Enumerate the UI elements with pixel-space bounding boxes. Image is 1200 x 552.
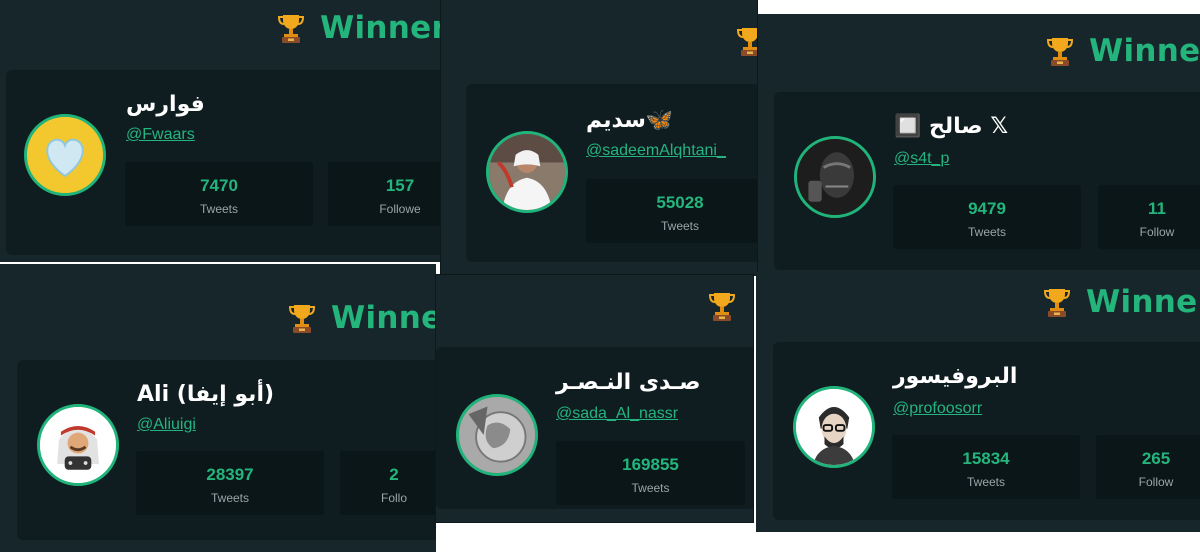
winner-header: Winner [289, 300, 436, 336]
tweets-count: 55028 [656, 193, 704, 212]
tweets-stat: 55028 Tweets [586, 179, 757, 243]
followers-count: 11 [1148, 199, 1166, 218]
trophy-icon [1044, 288, 1070, 317]
followers-stat: 265 Follow [1096, 435, 1200, 499]
profile-card: 𝕏 صالح 🔲 @s4t_p 9479 Tweets 11 Follow [774, 92, 1200, 270]
followers-stat: 157 Followe [328, 162, 441, 226]
tweets-label: Tweets [631, 481, 670, 495]
winner-tile-2: 🦋سديم @sadeemAlqhtani_ 55028 Tweets [441, 0, 757, 275]
followers-label: Follow [1138, 475, 1174, 489]
winner-title: Winner [331, 300, 436, 336]
winner-tile-5: صـدى النـصـر @sada_Al_nassr 169855 Tweet… [436, 275, 753, 522]
trophy-icon [709, 292, 735, 321]
profile-handle-link[interactable]: @profoosorr [893, 400, 982, 418]
profile-card: صـدى النـصـر @sada_Al_nassr 169855 Tweet… [436, 347, 753, 509]
winner-header [709, 291, 735, 321]
trophy-icon [737, 27, 757, 56]
followers-count: 2 [389, 465, 399, 484]
profile-name: 🦋سديم [586, 108, 674, 133]
man-in-thobe-avatar[interactable] [486, 131, 568, 213]
winner-tile-3: Winner 𝕏 صالح 🔲 @s4t_p 9479 Tweets 11 Fo… [757, 14, 1200, 274]
dark-mask-avatar[interactable] [794, 136, 876, 218]
followers-stat: 11 Follow [1098, 185, 1200, 249]
tweets-count: 169855 [622, 455, 679, 474]
followers-stat: 2 Follo [340, 451, 436, 515]
followers-count: 265 [1141, 449, 1171, 468]
profile-name: فوارس [126, 92, 205, 117]
profile-card: فوارس @Fwaars 7470 Tweets 157 Followe [6, 70, 441, 255]
winner-title: Winner [1086, 284, 1200, 320]
professor-sketch-avatar[interactable] [793, 386, 875, 468]
trophy-icon [289, 304, 315, 333]
profile-handle-link[interactable]: @s4t_p [894, 150, 949, 168]
winner-tile-6: Winner البروفيسور @profoosorr 15834 Twee… [756, 272, 1200, 532]
profile-name: 𝕏 صالح 🔲 [894, 114, 1009, 139]
profile-name: البروفيسور [893, 364, 1018, 389]
winner-title: Winner [320, 10, 441, 46]
profile-card: 🦋سديم @sadeemAlqhtani_ 55028 Tweets [466, 84, 757, 262]
coin-portrait-avatar[interactable] [456, 394, 538, 476]
followers-label: Follo [380, 491, 407, 505]
winner-header: Winner [1047, 33, 1200, 69]
winner-header: Winner [1044, 284, 1200, 320]
profile-handle-link[interactable]: @sada_Al_nassr [556, 405, 678, 423]
followers-count: 157 [385, 176, 415, 195]
winner-tile-1: Winner فوارس @Fwaars 7470 Tweets 157 Fol… [0, 0, 441, 262]
winner-header: Winner [278, 10, 441, 46]
trophy-icon [1047, 37, 1073, 66]
followers-label: Followe [379, 202, 421, 216]
gold-heart-avatar[interactable] [24, 114, 106, 196]
winner-header [737, 26, 757, 56]
profile-name: صـدى النـصـر [556, 370, 701, 395]
followers-label: Follow [1139, 225, 1175, 239]
profile-card: البروفيسور @profoosorr 15834 Tweets 265 … [773, 342, 1200, 520]
winner-tile-4: Winner Ali (أبو إيفا) @Aliuigi 28397 Twe… [0, 264, 436, 552]
cartoon-gamer-avatar[interactable] [37, 404, 119, 486]
winner-title: Winner [1089, 33, 1200, 69]
tweets-stat: 169855 Tweets [556, 441, 745, 505]
profile-name: Ali (أبو إيفا) [137, 382, 275, 407]
tweets-label: Tweets [660, 219, 699, 233]
profile-handle-link[interactable]: @sadeemAlqhtani_ [586, 142, 726, 160]
profile-card: Ali (أبو إيفا) @Aliuigi 28397 Tweets 2 F… [17, 360, 436, 540]
profile-handle-link[interactable]: @Fwaars [126, 126, 195, 144]
profile-handle-link[interactable]: @Aliuigi [137, 416, 196, 434]
trophy-icon [278, 14, 304, 43]
